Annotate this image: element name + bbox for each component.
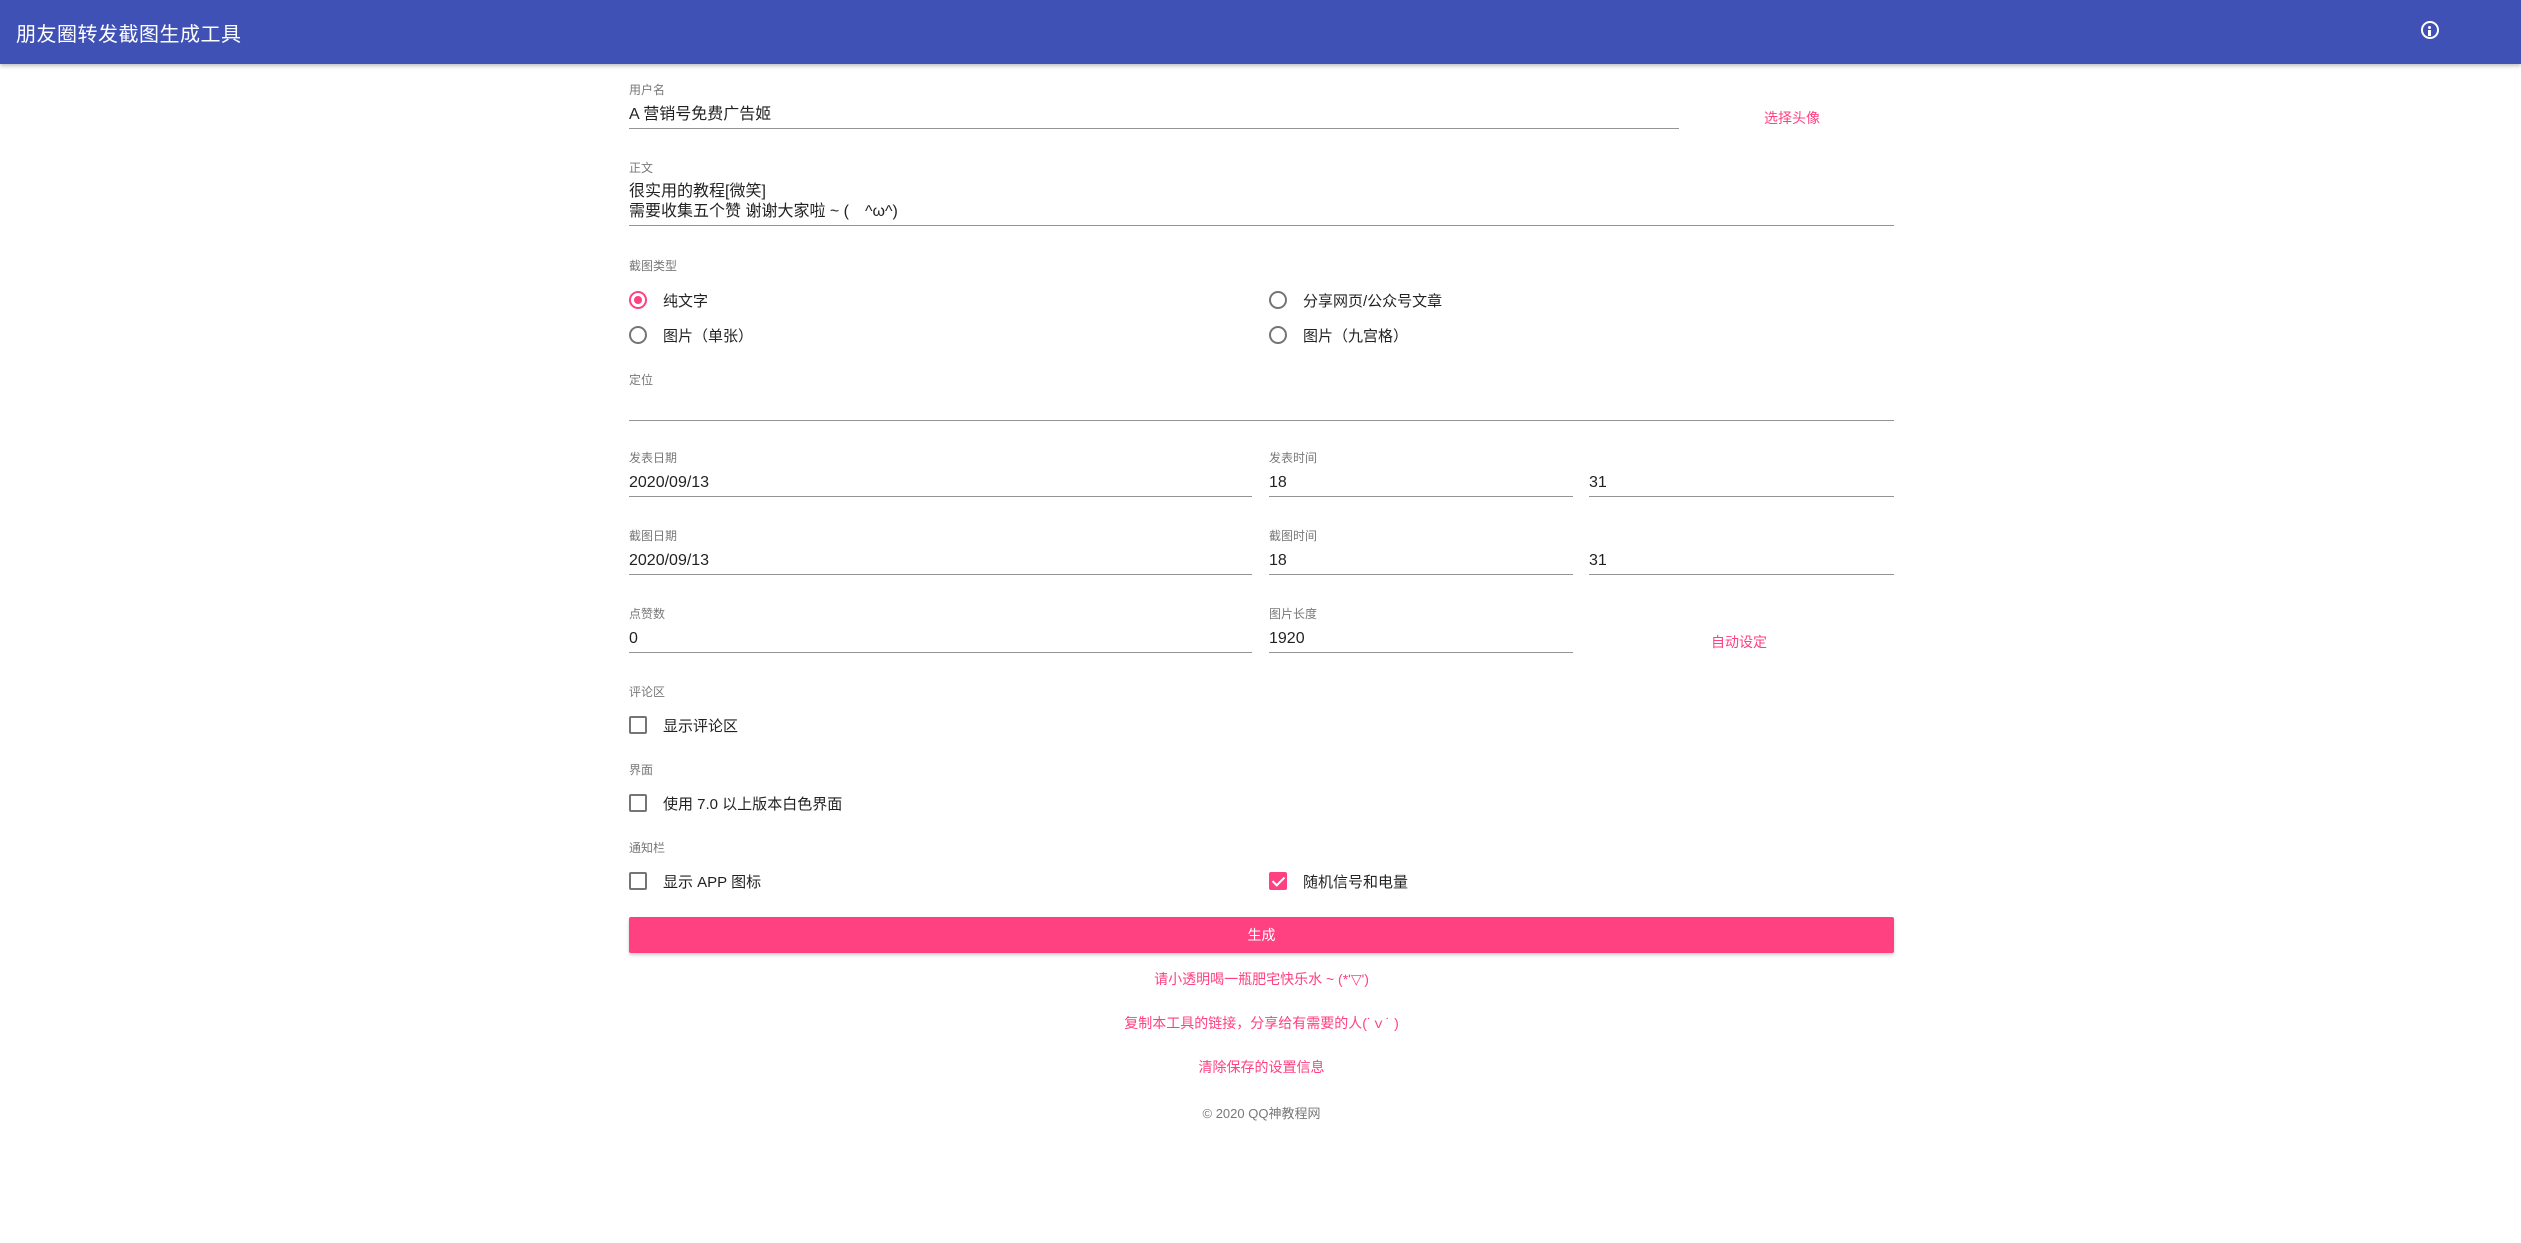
show-app-icon-option[interactable]: 显示 APP 图标 [629, 869, 761, 893]
white-interface-option[interactable]: 使用 7.0 以上版本白色界面 [629, 791, 842, 815]
post-time-label: 发表时间 [1269, 451, 1318, 465]
radio-single-image[interactable]: 图片（单张） [629, 323, 753, 347]
radio-unselected-icon[interactable] [629, 326, 647, 344]
radio-label: 图片（单张） [663, 327, 754, 345]
checkbox-label: 使用 7.0 以上版本白色界面 [663, 795, 843, 813]
info-icon[interactable] [2421, 21, 2439, 39]
radio-unselected-icon[interactable] [1269, 291, 1287, 309]
username-input[interactable]: A 营销号免费广告姬 [629, 105, 1679, 129]
random-signal-option[interactable]: 随机信号和电量 [1269, 869, 1408, 893]
auto-set-button[interactable]: 自动设定 [1711, 632, 1767, 652]
checkbox-label: 显示 APP 图标 [663, 873, 762, 891]
capture-date-value: 2020/09/13 [629, 552, 710, 569]
radio-share-article[interactable]: 分享网页/公众号文章 [1269, 288, 1442, 312]
post-minute-value: 31 [1589, 474, 1607, 491]
radio-nine-grid[interactable]: 图片（九宫格） [1269, 323, 1408, 347]
statusbar-label: 通知栏 [629, 841, 666, 855]
image-length-input[interactable]: 1920 [1269, 629, 1573, 653]
radio-label: 图片（九宫格） [1303, 327, 1409, 345]
radio-unselected-icon[interactable] [1269, 326, 1287, 344]
checkbox-unchecked-icon[interactable] [629, 716, 647, 734]
capture-date-input[interactable]: 2020/09/13 [629, 551, 1252, 575]
username-value: A 营销号免费广告姬 [629, 106, 772, 123]
image-length-label: 图片长度 [1269, 607, 1318, 621]
generate-button[interactable]: 生成 [629, 917, 1894, 953]
checkbox-unchecked-icon[interactable] [629, 794, 647, 812]
capture-hour-input[interactable]: 18 [1269, 551, 1573, 575]
capture-minute-value: 31 [1589, 552, 1607, 569]
body-text-label: 正文 [629, 161, 654, 175]
body-text-line-1: 很实用的教程[微笑] [629, 183, 766, 200]
post-minute-input[interactable]: 31 [1589, 473, 1894, 497]
checkbox-unchecked-icon[interactable] [629, 872, 647, 890]
post-hour-input[interactable]: 18 [1269, 473, 1573, 497]
post-date-input[interactable]: 2020/09/13 [629, 473, 1252, 497]
radio-selected-icon[interactable] [629, 291, 647, 309]
select-avatar-button[interactable]: 选择头像 [1764, 108, 1820, 128]
username-label: 用户名 [629, 83, 666, 97]
location-label: 定位 [629, 373, 654, 387]
capture-time-label: 截图时间 [1269, 529, 1318, 543]
location-input[interactable] [629, 397, 1894, 421]
app-title: 朋友圈转发截图生成工具 [16, 24, 242, 46]
footer-copyright: © 2020 QQ神教程网 [1202, 1106, 1321, 1121]
checkbox-label: 显示评论区 [663, 717, 739, 735]
capture-date-label: 截图日期 [629, 529, 678, 543]
capture-hour-value: 18 [1269, 552, 1287, 569]
radio-label: 纯文字 [663, 292, 709, 310]
image-length-value: 1920 [1269, 630, 1305, 647]
screenshot-type-label: 截图类型 [629, 259, 678, 273]
body-text-line-2: 需要收集五个赞 谢谢大家啦 ~ ( ^ω^) [629, 203, 898, 220]
interface-label: 界面 [629, 763, 654, 777]
show-comments-option[interactable]: 显示评论区 [629, 713, 738, 737]
comments-label: 评论区 [629, 685, 666, 699]
post-date-label: 发表日期 [629, 451, 678, 465]
radio-text-only[interactable]: 纯文字 [629, 288, 708, 312]
clear-settings-link[interactable]: 清除保存的设置信息 [629, 1057, 1894, 1077]
capture-minute-input[interactable]: 31 [1589, 551, 1894, 575]
app-bar: 朋友圈转发截图生成工具 [0, 0, 2521, 64]
radio-label: 分享网页/公众号文章 [1303, 292, 1443, 310]
likes-label: 点赞数 [629, 607, 666, 621]
likes-input[interactable]: 0 [629, 629, 1252, 653]
body-text-input[interactable]: 很实用的教程[微笑] 需要收集五个赞 谢谢大家啦 ~ ( ^ω^) [629, 182, 1894, 226]
donate-link[interactable]: 请小透明喝一瓶肥宅快乐水 ~ (*'▽') [629, 969, 1894, 989]
share-link[interactable]: 复制本工具的链接，分享给有需要的人(˙ｖ˙ ) [629, 1013, 1894, 1033]
checkbox-label: 随机信号和电量 [1303, 873, 1409, 891]
checkbox-checked-icon[interactable] [1269, 872, 1287, 890]
post-date-value: 2020/09/13 [629, 474, 710, 491]
post-hour-value: 18 [1269, 474, 1287, 491]
likes-value: 0 [629, 630, 638, 647]
